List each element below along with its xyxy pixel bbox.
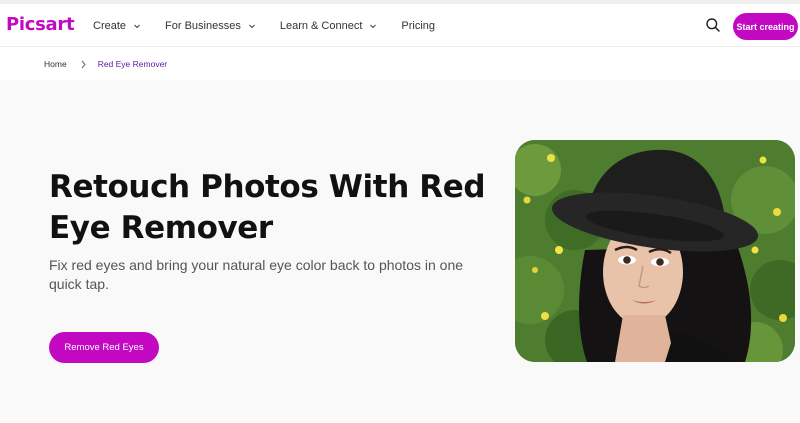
remove-red-eyes-button[interactable]: Remove Red Eyes — [49, 332, 159, 363]
nav-create-label: Create — [93, 19, 127, 32]
chevron-right-icon — [80, 60, 87, 69]
nav-for-businesses-label: For Businesses — [165, 19, 241, 32]
breadcrumb: Home Red Eye Remover — [0, 48, 800, 80]
site-header: Picsart Create For Businesses Learn & Co… — [0, 4, 800, 47]
nav-learn-connect[interactable]: Learn & Connect — [280, 20, 378, 32]
search-icon[interactable] — [705, 17, 721, 33]
hero-image — [515, 140, 795, 362]
nav-pricing-label: Pricing — [401, 19, 436, 32]
hero-subtitle: Fix red eyes and bring your natural eye … — [49, 257, 464, 292]
nav-learn-connect-label: Learn & Connect — [279, 19, 363, 32]
page-title: Retouch Photos With Red Eye Remover — [49, 169, 486, 246]
nav-for-businesses[interactable]: For Businesses — [165, 20, 256, 32]
main-nav: Create For Businesses Learn & Connect Pr… — [93, 4, 459, 47]
hero-section: Retouch Photos With Red Eye Remover Fix … — [0, 80, 800, 423]
picsart-logo[interactable]: Picsart — [6, 14, 75, 35]
nav-pricing[interactable]: Pricing — [401, 20, 435, 32]
chevron-down-icon — [133, 22, 141, 30]
chevron-down-icon — [248, 22, 256, 30]
breadcrumb-home[interactable]: Home — [44, 59, 67, 69]
start-creating-button[interactable]: Start creating — [733, 13, 798, 40]
nav-create[interactable]: Create — [93, 20, 141, 32]
breadcrumb-current[interactable]: Red Eye Remover — [98, 59, 167, 69]
chevron-down-icon — [369, 22, 377, 30]
